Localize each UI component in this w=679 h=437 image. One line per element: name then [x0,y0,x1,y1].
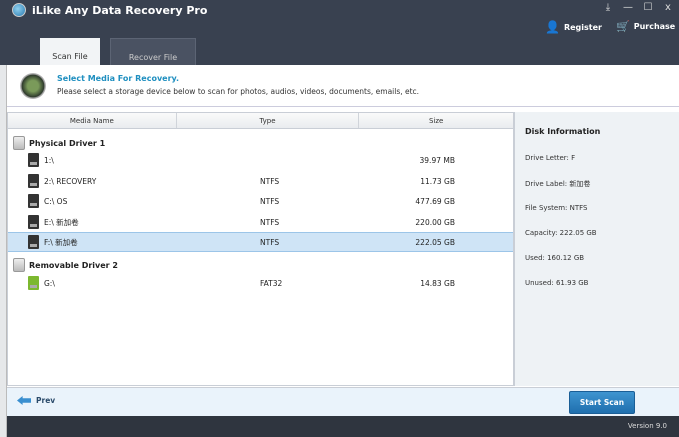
maximize-button[interactable]: ☐ [638,0,658,16]
prev-button[interactable]: Prev [17,396,55,405]
unused-space: Unused: 61.93 GB [525,279,589,287]
register-label: Register [563,22,602,32]
step-header: Select Media For Recovery. Please select… [0,65,679,107]
status-bar: Version 9.0 [7,416,679,437]
media-name: F:\ 新加卷 [44,237,78,247]
table-row[interactable]: 2:\ RECOVERY NTFS 11.73 GB [8,171,513,191]
cart-icon: 🛒 [616,20,630,33]
media-size: 11.73 GB [420,176,455,186]
start-scan-button[interactable]: Start Scan [569,391,635,414]
media-size: 14.83 GB [420,278,455,288]
removable-disk-icon [13,258,25,272]
group-label: Removable Driver 2 [29,260,118,270]
left-frame [0,65,7,437]
file-system: File System: NTFS [525,204,588,212]
media-type: NTFS [260,237,280,247]
step-title: Select Media For Recovery. [57,74,180,83]
media-type: FAT32 [260,278,283,288]
table-row[interactable]: 1:\ 39.97 MB [8,150,513,170]
drive-letter: Drive Letter: F [525,154,576,162]
user-add-icon: 👤 [545,20,560,34]
tab-scan-file[interactable]: Scan File [40,38,100,65]
table-header: Media Name Type Size [8,113,513,129]
media-size: 39.97 MB [419,155,455,165]
purchase-button[interactable]: 🛒 Purchase [616,20,675,33]
table-row[interactable]: E:\ 新加卷 NTFS 220.00 GB [8,212,513,232]
capacity: Capacity: 222.05 GB [525,229,597,237]
footer-bar: Prev Start Scan [7,387,679,416]
usb-drive-icon [28,276,39,290]
media-type: NTFS [260,217,280,227]
disk-info-title: Disk Information [525,127,601,136]
download-icon[interactable]: ⤓ [598,0,618,16]
media-name: 2:\ RECOVERY [44,176,97,186]
step-description: Please select a storage device below to … [57,87,420,96]
drive-label: Drive Label: 新加卷 [525,180,591,188]
drive-icon [28,194,39,208]
prev-label: Prev [36,396,56,405]
group-removable-driver[interactable]: Removable Driver 2 [13,258,118,272]
media-name: C:\ OS [44,196,68,206]
media-name: G:\ [44,278,55,288]
media-name: 1:\ [44,155,54,165]
version-label: Version 9.0 [627,422,667,430]
disk-info-panel: Disk Information Drive Letter: F Drive L… [514,112,679,386]
media-name: E:\ 新加卷 [44,217,79,227]
radar-icon [20,73,46,99]
column-media-name[interactable]: Media Name [8,113,177,128]
title-bar: iLike Any Data Recovery Pro ⤓ — ☐ x 👤 Re… [0,0,679,65]
media-size: 477.69 GB [415,196,455,206]
group-physical-driver[interactable]: Physical Driver 1 [13,136,105,150]
column-size[interactable]: Size [359,113,513,128]
group-label: Physical Driver 1 [29,138,106,148]
close-button[interactable]: x [658,0,678,16]
hard-disk-icon [13,136,25,150]
media-type: NTFS [260,196,280,206]
app-logo-icon [12,3,26,17]
app-title: iLike Any Data Recovery Pro [32,4,208,17]
purchase-label: Purchase [633,22,676,31]
tab-recover-file[interactable]: Recover File [110,38,196,65]
minimize-button[interactable]: — [618,0,638,16]
drive-icon [28,153,39,167]
drive-icon [28,174,39,188]
media-type: NTFS [260,176,280,186]
arrow-left-icon [17,396,31,405]
media-table: Media Name Type Size Physical Driver 1 1… [7,112,514,386]
table-row[interactable]: G:\ FAT32 14.83 GB [8,273,513,293]
column-type[interactable]: Type [177,113,360,128]
used-space: Used: 160.12 GB [525,254,585,262]
drive-icon [28,235,39,249]
drive-icon [28,215,39,229]
media-size: 220.00 GB [415,217,455,227]
table-row[interactable]: C:\ OS NTFS 477.69 GB [8,191,513,211]
table-row-selected[interactable]: F:\ 新加卷 NTFS 222.05 GB [8,232,513,252]
media-size: 222.05 GB [415,237,455,247]
register-button[interactable]: 👤 Register [545,20,602,34]
